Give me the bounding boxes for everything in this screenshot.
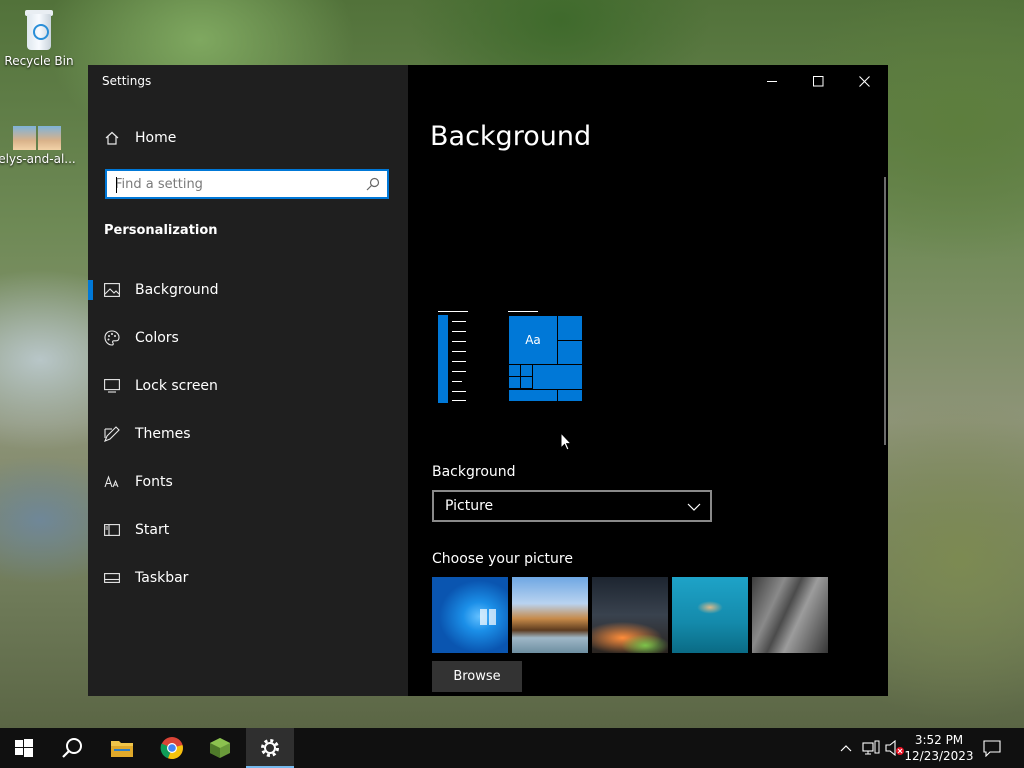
start-menu-icon [104,522,120,538]
sidebar-item-label: Background [135,282,219,298]
sidebar-item-label: Lock screen [135,378,218,394]
fonts-icon [104,474,120,490]
themes-brush-icon [104,426,120,442]
settings-content: Background Aa Background Picture Choose … [408,65,888,696]
settings-taskbar-button[interactable] [246,728,294,768]
page-title: Background [430,121,592,152]
recycle-bin-icon [21,8,57,52]
lock-screen-icon [104,378,120,394]
clock-date: 12/23/2023 [904,749,974,763]
home-icon [104,130,120,146]
sidebar-item-background[interactable]: Background [88,270,408,310]
background-type-label: Background [432,464,516,480]
picture-thumbnail-rock[interactable] [752,577,828,653]
dropdown-selected-value: Picture [445,498,494,514]
scrollbar[interactable] [884,177,886,445]
recycle-bin-shortcut[interactable]: Recycle Bin [0,8,78,68]
picture-thumbnail-underwater[interactable] [672,577,748,653]
sidebar-item-label: Taskbar [135,570,189,586]
background-type-dropdown[interactable]: Picture [432,490,712,522]
photo-file-icon [12,126,62,150]
minecraft-icon [210,738,230,758]
preview-start-list [438,311,470,403]
start-icon [15,739,33,757]
picture-thumbnail-night-sky[interactable] [592,577,668,653]
maximize-button[interactable] [795,65,841,97]
sidebar-item-taskbar[interactable]: Taskbar [88,558,408,598]
photo-file-shortcut[interactable]: elys-and-al... [0,126,76,166]
section-title: Personalization [104,223,218,238]
picture-thumbnails [432,577,828,653]
minimize-button[interactable] [749,65,795,97]
sidebar-item-lock-screen[interactable]: Lock screen [88,366,408,406]
window-title: Settings [102,74,152,88]
close-icon [858,75,870,87]
search-icon[interactable] [365,176,381,192]
file-explorer-button[interactable] [98,728,146,768]
photo-file-label: elys-and-al... [0,152,76,166]
file-explorer-icon [111,741,133,757]
chrome-icon [160,737,183,760]
search-icon [62,738,82,758]
home-label: Home [135,130,177,146]
sidebar-item-label: Start [135,522,170,538]
network-tray-button[interactable] [860,728,882,768]
taskbar-clock[interactable]: 3:52 PM 12/23/2023 [902,732,976,764]
image-icon [104,282,120,298]
start-button[interactable] [0,728,48,768]
search-input[interactable] [115,175,355,193]
search-box[interactable] [105,169,389,199]
sidebar-item-start[interactable]: Start [88,510,408,550]
settings-sidebar: Settings Home Personalization Background [88,65,408,696]
maximize-icon [812,75,823,86]
chevron-up-icon [840,745,852,752]
preview-tile-text: Aa [508,315,558,365]
mouse-cursor-icon [560,432,572,451]
minimize-icon [766,80,777,82]
taskbar: 3:52 PM 12/23/2023 [0,728,1024,768]
browse-button[interactable]: Browse [432,661,522,692]
settings-window: Settings Home Personalization Background [88,65,888,696]
network-icon [862,740,880,755]
sidebar-item-label: Themes [135,426,191,442]
picture-thumbnail-beach[interactable] [512,577,588,653]
sidebar-item-label: Fonts [135,474,173,490]
close-button[interactable] [841,65,887,97]
minecraft-button[interactable] [196,728,244,768]
home-nav-item[interactable]: Home [88,118,408,158]
action-center-button[interactable] [978,728,1006,768]
taskbar-search-button[interactable] [48,728,96,768]
taskbar-icon [104,570,120,586]
sidebar-item-themes[interactable]: Themes [88,414,408,454]
picture-thumbnail-windows-hero[interactable] [432,577,508,653]
preview-start-tiles: Aa [508,311,584,403]
clock-time: 3:52 PM [914,733,964,747]
notification-icon [983,739,1001,757]
sidebar-item-label: Colors [135,330,179,346]
sidebar-item-colors[interactable]: Colors [88,318,408,358]
choose-picture-label: Choose your picture [432,551,573,567]
show-hidden-icons-button[interactable] [836,728,856,768]
text-caret [116,177,117,193]
recycle-bin-label: Recycle Bin [4,54,74,68]
palette-icon [104,330,120,346]
sidebar-item-fonts[interactable]: Fonts [88,462,408,502]
chrome-button[interactable] [148,728,196,768]
settings-gear-icon [261,739,279,757]
chevron-down-icon [687,503,701,511]
